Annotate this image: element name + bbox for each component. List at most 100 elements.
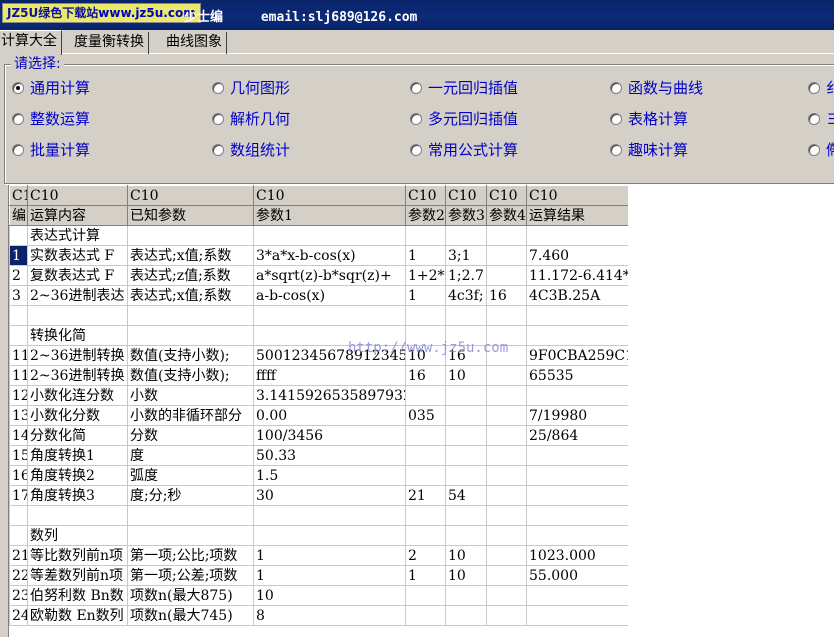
row-number-cell[interactable]: 11: [9, 365, 28, 386]
row-number-cell[interactable]: 16: [9, 465, 28, 486]
grid-cell[interactable]: 项数n(最大745): [127, 605, 254, 626]
grid-cell[interactable]: 30: [253, 485, 406, 506]
grid-cell[interactable]: C10: [127, 185, 254, 206]
grid-cell[interactable]: 1: [253, 565, 406, 586]
radio-button-icon[interactable]: [808, 113, 820, 125]
radio-option-13[interactable]: 常用公式计算: [410, 140, 518, 160]
radio-option-11[interactable]: 批量计算: [12, 140, 90, 160]
tab-curve-graphs[interactable]: 曲线图象: [162, 32, 227, 54]
table-row[interactable]: 3 2~36进制表达 表达式;x值;系数 a-b-cos(x) 1 4c3f; 16 4C3B…: [9, 285, 628, 306]
row-number-cell[interactable]: 2: [9, 265, 28, 286]
grid-cell[interactable]: [405, 445, 446, 466]
tab-calculations[interactable]: 计算大全: [0, 30, 62, 55]
grid-cell[interactable]: [526, 465, 628, 486]
grid-cell[interactable]: 3.1415926535897932: [253, 385, 406, 406]
row-number-cell[interactable]: [9, 525, 28, 546]
grid-header-row[interactable]: C1C10C10C10C10C10C10C10: [9, 185, 628, 206]
grid-cell[interactable]: 9F0CBA259C19: [526, 345, 628, 366]
table-row[interactable]: 1 实数表达式 F 表达式;x值;系数 3*a*x-b-cos(x) 1 3;1 7.460: [9, 245, 628, 266]
grid-cell[interactable]: [486, 605, 527, 626]
table-row[interactable]: 22等差数列前n项第一项;公差;项数111055.000: [9, 565, 628, 586]
grid-cell[interactable]: [486, 505, 527, 526]
radio-option-14[interactable]: 趣味计算: [610, 140, 688, 160]
grid-cell[interactable]: 1: [405, 285, 446, 306]
grid-cell[interactable]: 100/3456: [253, 425, 406, 446]
grid-cell[interactable]: [486, 385, 527, 406]
grid-cell[interactable]: 运算内容: [27, 205, 128, 226]
radio-button-icon[interactable]: [410, 82, 422, 94]
grid-cell[interactable]: 55.000: [526, 565, 628, 586]
radio-option-4[interactable]: 函数与曲线: [610, 78, 703, 98]
grid-cell[interactable]: 16: [405, 365, 446, 386]
grid-cell[interactable]: [486, 485, 527, 506]
grid-cell[interactable]: 4c3f;: [445, 285, 487, 306]
grid-cell[interactable]: 项数n(最大875): [127, 585, 254, 606]
grid-cell[interactable]: [486, 365, 527, 386]
grid-cell[interactable]: C10: [526, 185, 628, 206]
grid-cell[interactable]: [486, 445, 527, 466]
grid-cell[interactable]: [445, 525, 487, 546]
grid-cell[interactable]: [486, 405, 527, 426]
grid-cell[interactable]: 2~36进制表达: [27, 285, 128, 306]
grid-cell[interactable]: [445, 305, 487, 326]
grid-cell[interactable]: 参数2: [405, 205, 446, 226]
grid-cell[interactable]: [253, 225, 406, 246]
table-row[interactable]: 24欧勒数 En数列项数n(最大745)8: [9, 605, 628, 626]
row-number-cell[interactable]: 21: [9, 545, 28, 566]
grid-cell[interactable]: [526, 605, 628, 626]
grid-cell[interactable]: 1+2*i: [405, 265, 446, 286]
grid-cell[interactable]: 角度转换3: [27, 485, 128, 506]
grid-cell[interactable]: [253, 505, 406, 526]
radio-button-icon[interactable]: [12, 113, 24, 125]
grid-cell[interactable]: 50012345678912345: [253, 345, 406, 366]
radio-button-icon[interactable]: [410, 144, 422, 156]
grid-cell[interactable]: 度: [127, 445, 254, 466]
grid-cell[interactable]: [486, 245, 527, 266]
grid-cell[interactable]: 65535: [526, 365, 628, 386]
grid-cell[interactable]: [405, 305, 446, 326]
grid-cell[interactable]: [445, 605, 487, 626]
grid-cell[interactable]: [405, 425, 446, 446]
radio-button-icon[interactable]: [610, 113, 622, 125]
grid-cell[interactable]: [526, 525, 628, 546]
radio-button-icon[interactable]: [610, 82, 622, 94]
table-row[interactable]: 数列: [9, 525, 628, 546]
grid-cell[interactable]: [27, 505, 128, 526]
grid-cell[interactable]: [27, 305, 128, 326]
grid-cell[interactable]: 3;1: [445, 245, 487, 266]
grid-cell[interactable]: 第一项;公比;项数: [127, 545, 254, 566]
grid-cell[interactable]: 50.33: [253, 445, 406, 466]
grid-cell[interactable]: 等差数列前n项: [27, 565, 128, 586]
grid-cell[interactable]: 10: [405, 345, 446, 366]
grid-cell[interactable]: 小数的非循环部分: [127, 405, 254, 426]
grid-cell[interactable]: 表达式;x值;系数: [127, 285, 254, 306]
row-number-cell[interactable]: [9, 505, 28, 526]
row-number-cell[interactable]: [9, 325, 28, 346]
grid-cell[interactable]: [405, 605, 446, 626]
radio-button-icon[interactable]: [808, 144, 820, 156]
grid-cell[interactable]: [445, 405, 487, 426]
grid-cell[interactable]: 54: [445, 485, 487, 506]
grid-cell[interactable]: [445, 465, 487, 486]
grid-cell[interactable]: 21: [405, 485, 446, 506]
grid-cell[interactable]: [127, 505, 254, 526]
grid-cell[interactable]: [253, 305, 406, 326]
grid-cell[interactable]: 035: [405, 405, 446, 426]
grid-cell[interactable]: [127, 325, 254, 346]
grid-cell[interactable]: [526, 305, 628, 326]
row-number-cell[interactable]: 14: [9, 425, 28, 446]
row-number-cell[interactable]: 24: [9, 605, 28, 626]
grid-cell[interactable]: 欧勒数 En数列: [27, 605, 128, 626]
grid-cell[interactable]: 第一项;公差;项数: [127, 565, 254, 586]
grid-cell[interactable]: 转换化简: [27, 325, 128, 346]
grid-cell[interactable]: 表达式;x值;系数: [127, 245, 254, 266]
grid-cell[interactable]: [526, 585, 628, 606]
table-row[interactable]: [9, 305, 628, 326]
grid-cell[interactable]: 参数1: [253, 205, 406, 226]
grid-cell[interactable]: 10: [253, 585, 406, 606]
grid-cell[interactable]: a-b-cos(x): [253, 285, 406, 306]
grid-cell[interactable]: 小数: [127, 385, 254, 406]
grid-cell[interactable]: 分数化简: [27, 425, 128, 446]
grid-cell[interactable]: [486, 265, 527, 286]
grid-cell[interactable]: [526, 225, 628, 246]
